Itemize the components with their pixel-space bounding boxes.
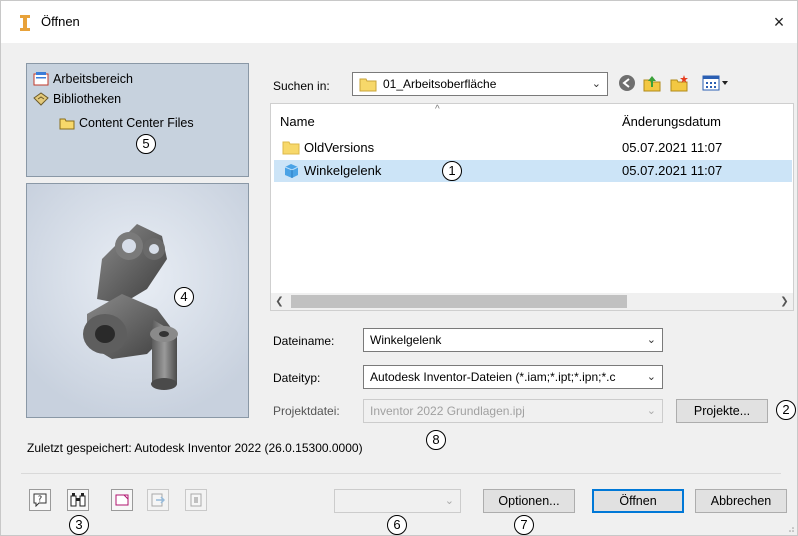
location-libraries[interactable]: Bibliotheken xyxy=(33,90,121,108)
scrollbar-thumb[interactable] xyxy=(291,295,627,308)
callout-badge-3: 3 xyxy=(69,515,89,535)
find-button[interactable] xyxy=(67,489,89,511)
filetype-value: Autodesk Inventor-Dateien (*.iam;*.ipt;*… xyxy=(370,370,616,384)
callout-badge-7: 7 xyxy=(514,515,534,535)
projects-button[interactable]: Projekte... xyxy=(676,399,768,423)
file-row-selected[interactable]: Winkelgelenk 1 05.07.2021 11:07 xyxy=(274,160,792,182)
new-folder-icon[interactable] xyxy=(669,74,689,92)
callout-badge-2: 2 xyxy=(776,400,796,420)
view-menu-icon[interactable] xyxy=(701,74,731,92)
options-dropdown: ⌄ xyxy=(334,489,461,513)
callout-badge-6: 6 xyxy=(387,515,407,535)
column-header-date[interactable]: Änderungsdatum xyxy=(622,114,721,129)
location-workspace[interactable]: Arbeitsbereich xyxy=(33,70,133,88)
horizontal-scrollbar[interactable]: ❮ ❯ xyxy=(271,293,793,310)
file-list[interactable]: Name ^ Änderungsdatum OldVersions 05.07.… xyxy=(270,103,794,311)
new-file-button[interactable] xyxy=(111,489,133,511)
callout-badge-8: 8 xyxy=(426,430,446,450)
binoculars-icon xyxy=(70,493,86,507)
callout-badge-1: 1 xyxy=(442,161,462,181)
part-preview-image xyxy=(83,224,178,390)
svg-text:?: ? xyxy=(38,495,42,504)
project-value: Inventor 2022 Grundlagen.ipj xyxy=(370,404,525,418)
filetype-select[interactable]: Autodesk Inventor-Dateien (*.iam;*.ipt;*… xyxy=(363,365,663,389)
location-content-center-label: Content Center Files xyxy=(79,116,194,130)
file-date: 05.07.2021 11:07 xyxy=(622,163,723,178)
filename-combo[interactable]: Winkelgelenk ⌄ xyxy=(363,328,663,352)
back-icon[interactable] xyxy=(617,74,637,92)
open-button[interactable]: Öffnen xyxy=(592,489,684,513)
help-button[interactable]: ? xyxy=(29,489,51,511)
import-button xyxy=(147,489,169,511)
import-icon xyxy=(151,493,165,507)
project-label: Projektdatei: xyxy=(273,404,340,418)
folder-icon xyxy=(59,118,75,130)
export-button xyxy=(185,489,207,511)
options-button[interactable]: Optionen... xyxy=(483,489,575,513)
project-select: Inventor 2022 Grundlagen.ipj ⌄ xyxy=(363,399,663,423)
resize-grip-icon[interactable] xyxy=(787,525,795,533)
location-workspace-label: Arbeitsbereich xyxy=(53,72,133,86)
document-icon xyxy=(115,494,129,506)
chevron-down-icon[interactable]: ⌄ xyxy=(644,366,656,388)
part-file-icon xyxy=(284,164,299,178)
title-bar: Öffnen × xyxy=(1,1,797,43)
search-in-value: 01_Arbeitsoberfläche xyxy=(383,77,497,91)
file-date: 05.07.2021 11:07 xyxy=(622,140,723,155)
scroll-left-icon[interactable]: ❮ xyxy=(271,293,288,310)
location-libraries-label: Bibliotheken xyxy=(53,92,122,106)
sort-indicator-icon: ^ xyxy=(435,104,440,115)
chevron-down-icon: ⌄ xyxy=(646,405,656,417)
file-name: OldVersions xyxy=(304,140,375,155)
callout-badge-4: 4 xyxy=(174,287,194,307)
file-row[interactable]: OldVersions 05.07.2021 11:07 xyxy=(274,137,792,159)
preview-pane: 4 xyxy=(26,183,249,418)
folder-icon xyxy=(359,78,377,92)
folder-icon xyxy=(282,141,300,155)
libraries-icon xyxy=(33,92,49,106)
callout-badge-5: 5 xyxy=(136,134,156,154)
chevron-down-icon: ⌄ xyxy=(444,495,454,507)
workspace-icon xyxy=(33,72,49,86)
location-content-center[interactable]: Content Center Files xyxy=(59,114,194,132)
search-in-combo[interactable]: 01_Arbeitsoberfläche ⌄ xyxy=(352,72,608,96)
chevron-down-icon: ⌄ xyxy=(591,78,601,90)
last-saved-text: Zuletzt gespeichert: Autodesk Inventor 2… xyxy=(27,441,363,455)
locations-panel: Arbeitsbereich Bibliotheken Content Cent… xyxy=(26,63,249,177)
help-icon: ? xyxy=(33,493,47,507)
file-name: Winkelgelenk xyxy=(304,163,382,178)
divider xyxy=(21,473,781,474)
search-in-label: Suchen in: xyxy=(273,79,330,93)
up-folder-icon[interactable] xyxy=(642,74,662,92)
open-dialog: Öffnen × Arbeitsbereich Bibliotheken Con… xyxy=(0,0,798,536)
chevron-down-icon[interactable]: ⌄ xyxy=(647,329,656,351)
filetype-label: Dateityp: xyxy=(273,371,321,385)
scroll-right-icon[interactable]: ❯ xyxy=(776,293,793,310)
inventor-app-icon xyxy=(20,15,30,31)
filename-value: Winkelgelenk xyxy=(370,333,442,347)
export-icon xyxy=(190,493,202,507)
column-header-name[interactable]: Name xyxy=(280,114,315,129)
cancel-button[interactable]: Abbrechen xyxy=(695,489,787,513)
filename-label: Dateiname: xyxy=(273,334,335,348)
close-button[interactable]: × xyxy=(765,9,793,35)
dialog-title: Öffnen xyxy=(41,14,80,29)
